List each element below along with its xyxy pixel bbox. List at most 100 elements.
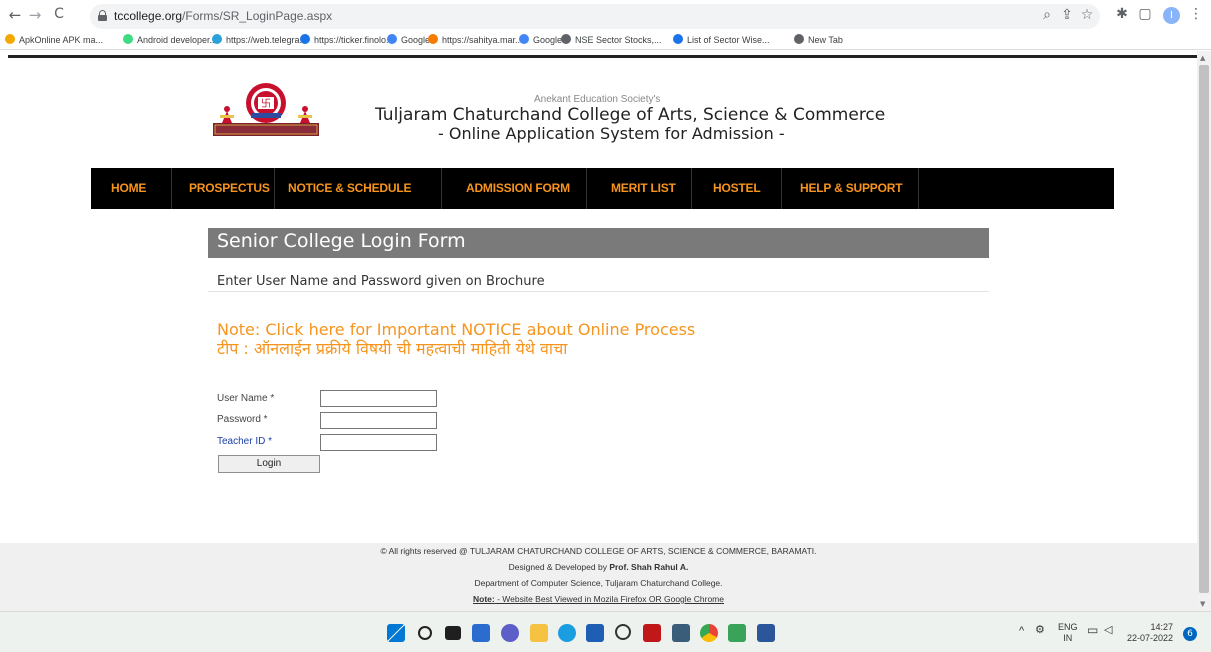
society-label: Anekant Education Society's: [534, 94, 661, 105]
divider: [208, 291, 989, 292]
footer-designer: Designed & Developed by Prof. Shah Rahul…: [508, 562, 689, 572]
bookmark-item[interactable]: Google: [387, 34, 430, 45]
bookmark-label: Google: [533, 35, 563, 45]
menu-kebab-icon[interactable]: ⋮: [1187, 6, 1205, 22]
bookmark-item[interactable]: Google: [519, 34, 562, 45]
college-logo: 卐: [213, 83, 319, 136]
teacher-id-input[interactable]: [320, 434, 437, 451]
login-button[interactable]: Login: [218, 455, 320, 473]
back-icon[interactable]: ←: [6, 6, 24, 24]
footer-browser-note: Note: - Website Best Viewed in Mozila Fi…: [472, 594, 724, 604]
bookmark-item[interactable]: https://web.telegra...: [212, 34, 307, 45]
scroll-down-icon[interactable]: ▼: [1200, 600, 1205, 608]
bookmark-favicon-icon: [5, 34, 15, 44]
mcafee-icon[interactable]: [643, 624, 661, 642]
bookmark-favicon-icon: [673, 34, 683, 44]
lock-icon[interactable]: [98, 10, 107, 21]
bookmark-favicon-icon: [387, 34, 397, 44]
footer-department: Department of Computer Science, Tuljaram…: [474, 578, 723, 588]
bookmark-item[interactable]: List of Sector Wise...: [673, 34, 770, 45]
bookmark-item[interactable]: NSE Sector Stocks,...: [561, 34, 662, 45]
password-label: Password *: [217, 414, 268, 425]
share-icon[interactable]: ⇪: [1058, 7, 1076, 23]
menu-item-help-support[interactable]: HELP & SUPPORT: [800, 181, 903, 195]
notification-badge[interactable]: 6: [1183, 627, 1197, 641]
notice-link-marathi[interactable]: टीप : ऑनलाईन प्रक्रीये विषयी ची महत्वाची…: [217, 337, 567, 359]
language-indicator[interactable]: ENG IN: [1058, 622, 1078, 644]
footer: © All rights reserved @ TULJARAM CHATURC…: [0, 543, 1197, 611]
bookmark-label: List of Sector Wise...: [687, 35, 770, 45]
reload-icon[interactable]: C: [50, 6, 68, 22]
tray-overflow-icon[interactable]: ^: [1019, 626, 1024, 637]
taskbar: ^ ⚙ ENG IN ▭ ◁ 14:27 22-07-2022 6: [0, 611, 1211, 652]
profile-avatar[interactable]: I: [1163, 7, 1180, 24]
main-menu: HOME PROSPECTUS NOTICE & SCHEDULE ADMISSION…: [91, 168, 1114, 209]
bookmark-favicon-icon: [561, 34, 571, 44]
word-icon[interactable]: [757, 624, 775, 642]
bookmark-item[interactable]: https://ticker.finolo...: [300, 34, 394, 45]
address-bar[interactable]: tccollege.org/Forms/SR_LoginPage.aspx ⌕ …: [90, 4, 1100, 29]
menu-separator: [441, 168, 442, 209]
bookmark-favicon-icon: [794, 34, 804, 44]
bookmark-favicon-icon: [428, 34, 438, 44]
chrome-icon[interactable]: [700, 624, 718, 642]
url-text[interactable]: tccollege.org/Forms/SR_LoginPage.aspx: [114, 9, 332, 23]
search-icon[interactable]: [418, 626, 432, 640]
menu-item-prospectus[interactable]: PROSPECTUS: [189, 181, 270, 195]
file-explorer-icon[interactable]: [530, 624, 548, 642]
zoom-icon[interactable]: ⌕: [1038, 7, 1056, 23]
system-title: - Online Application System for Admissio…: [438, 124, 785, 143]
menu-item-hostel[interactable]: HOSTEL: [713, 181, 761, 195]
page-scrollbar[interactable]: ▲ ▼: [1197, 51, 1211, 611]
web-page: 卐 Anekant Education Society's Tuljaram C…: [0, 51, 1197, 611]
college-name: Tuljaram Chaturchand College of Arts, Sc…: [375, 105, 886, 125]
scroll-up-icon[interactable]: ▲: [1200, 54, 1205, 62]
teams-chat-icon[interactable]: [501, 624, 519, 642]
menu-separator: [918, 168, 919, 209]
menu-item-home[interactable]: HOME: [111, 181, 146, 195]
browser-toolbar: ← → C tccollege.org/Forms/SR_LoginPage.a…: [0, 0, 1211, 32]
menu-separator: [691, 168, 692, 209]
network-icon[interactable]: ▭: [1087, 624, 1098, 636]
password-input[interactable]: [320, 412, 437, 429]
menu-separator: [586, 168, 587, 209]
bookmark-item[interactable]: New Tab: [794, 34, 843, 45]
bookmark-star-icon[interactable]: ☆: [1078, 7, 1096, 23]
start-icon[interactable]: [387, 624, 405, 642]
bookmark-item[interactable]: https://sahitya.mar...: [428, 34, 523, 45]
form-title: Senior College Login Form: [208, 228, 989, 258]
username-input[interactable]: [320, 390, 437, 407]
extensions-icon[interactable]: ✱: [1113, 6, 1131, 22]
bookmark-label: https://sahitya.mar...: [442, 35, 523, 45]
username-label: User Name *: [217, 393, 275, 404]
menu-item-notice-schedule[interactable]: NOTICE & SCHEDULE: [288, 181, 411, 195]
page-top-border: [8, 55, 1197, 58]
menu-separator: [274, 168, 275, 209]
clock[interactable]: 14:27 22-07-2022: [1127, 622, 1173, 644]
bookmark-label: https://ticker.finolo...: [314, 35, 394, 45]
dell-icon[interactable]: [615, 624, 631, 640]
bookmark-favicon-icon: [123, 34, 133, 44]
store-icon[interactable]: [586, 624, 604, 642]
task-view-icon[interactable]: [445, 626, 461, 640]
bookmarks-bar: ApkOnline APK ma... Android developer... h…: [0, 32, 1211, 50]
teacher-id-label: Teacher ID *: [217, 436, 273, 447]
bookmark-item[interactable]: Android developer...: [123, 34, 217, 45]
edge-icon[interactable]: [558, 624, 576, 642]
form-instruction: Enter User Name and Password given on Br…: [217, 274, 545, 289]
footer-copyright: © All rights reserved @ TULJARAM CHATURC…: [380, 546, 817, 556]
forward-icon[interactable]: →: [26, 6, 44, 24]
menu-item-admission-form[interactable]: ADMISSION FORM: [466, 181, 570, 195]
tray-app-icon[interactable]: ⚙: [1035, 625, 1045, 636]
side-panel-icon[interactable]: ▢: [1136, 6, 1154, 22]
bookmark-label: NSE Sector Stocks,...: [575, 35, 662, 45]
bookmark-item[interactable]: ApkOnline APK ma...: [5, 34, 103, 45]
calculator-icon[interactable]: [672, 624, 690, 642]
menu-item-merit-list[interactable]: MERIT LIST: [611, 181, 676, 195]
volume-icon[interactable]: ◁: [1104, 625, 1112, 636]
bookmark-favicon-icon: [300, 34, 310, 44]
widgets-icon[interactable]: [472, 624, 490, 642]
snipping-tool-icon[interactable]: [728, 624, 746, 642]
scroll-thumb[interactable]: [1199, 65, 1209, 593]
menu-separator: [171, 168, 172, 209]
